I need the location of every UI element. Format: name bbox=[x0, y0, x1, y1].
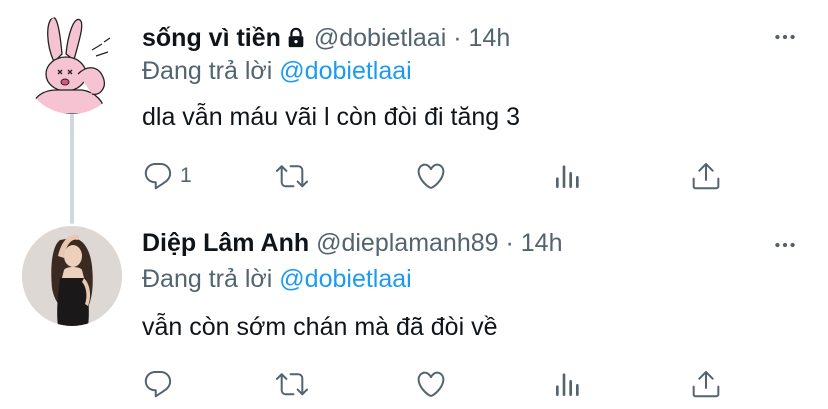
display-name[interactable]: sống vì tiền bbox=[142, 24, 281, 52]
tweet-header: Diệp Lâm Anh @dieplamanh89 · 14h bbox=[142, 228, 563, 258]
reply-button[interactable]: 1 bbox=[142, 156, 192, 196]
tweet-header: sống vì tiền @dobietlaai · 14h bbox=[142, 23, 510, 56]
retweet-icon bbox=[276, 165, 308, 188]
reply-count: 1 bbox=[180, 164, 192, 187]
tweet-text: vẫn còn sớm chán mà đã đòi về bbox=[142, 313, 498, 341]
views-icon bbox=[556, 373, 579, 396]
tweet-text: dla vẫn máu vãi l còn đòi đi tăng 3 bbox=[142, 103, 521, 131]
retweet-icon bbox=[276, 373, 308, 396]
replying-prefix: Đang trả lời bbox=[142, 265, 273, 293]
views-button[interactable] bbox=[552, 156, 584, 196]
retweet-button[interactable] bbox=[276, 364, 314, 404]
heart-icon bbox=[417, 371, 445, 397]
replying-to: Đang trả lời @dobietlaai bbox=[142, 264, 412, 294]
timestamp[interactable]: 14h bbox=[469, 24, 511, 52]
reply-button[interactable] bbox=[142, 364, 180, 404]
retweet-button[interactable] bbox=[276, 156, 314, 196]
action-bar bbox=[130, 364, 730, 404]
display-name[interactable]: Diệp Lâm Anh bbox=[142, 229, 309, 257]
mention-link[interactable]: @dobietlaai bbox=[279, 57, 411, 85]
action-bar: 1 bbox=[130, 156, 730, 196]
separator-dot: · bbox=[505, 229, 514, 257]
replying-prefix: Đang trả lời bbox=[142, 57, 273, 85]
share-icon bbox=[692, 371, 720, 398]
reply-icon bbox=[144, 370, 172, 398]
more-icon[interactable] bbox=[770, 22, 800, 52]
replying-to: Đang trả lời @dobietlaai bbox=[142, 56, 412, 86]
share-icon bbox=[692, 163, 720, 190]
user-handle[interactable]: @dieplamanh89 bbox=[316, 229, 498, 257]
user-handle[interactable]: @dobietlaai bbox=[314, 24, 446, 52]
heart-icon bbox=[417, 163, 445, 189]
share-button[interactable] bbox=[690, 156, 722, 196]
share-button[interactable] bbox=[690, 364, 722, 404]
lock-icon bbox=[285, 26, 307, 56]
like-button[interactable] bbox=[415, 156, 453, 196]
more-icon[interactable] bbox=[770, 230, 800, 260]
profile-photo-image bbox=[22, 226, 122, 326]
avatar[interactable] bbox=[22, 14, 122, 114]
bunny-avatar-image bbox=[22, 14, 122, 114]
views-icon bbox=[556, 165, 579, 188]
like-button[interactable] bbox=[415, 364, 453, 404]
timestamp[interactable]: 14h bbox=[521, 229, 563, 257]
reply-icon bbox=[144, 162, 172, 190]
views-button[interactable] bbox=[552, 364, 584, 404]
avatar[interactable] bbox=[22, 226, 122, 326]
tweet-1[interactable]: sống vì tiền @dobietlaai · 14h Đang trả … bbox=[0, 0, 828, 224]
tweet-2[interactable]: Diệp Lâm Anh @dieplamanh89 · 14h Đang tr… bbox=[0, 208, 828, 409]
separator-dot: · bbox=[453, 24, 462, 52]
mention-link[interactable]: @dobietlaai bbox=[279, 265, 411, 293]
